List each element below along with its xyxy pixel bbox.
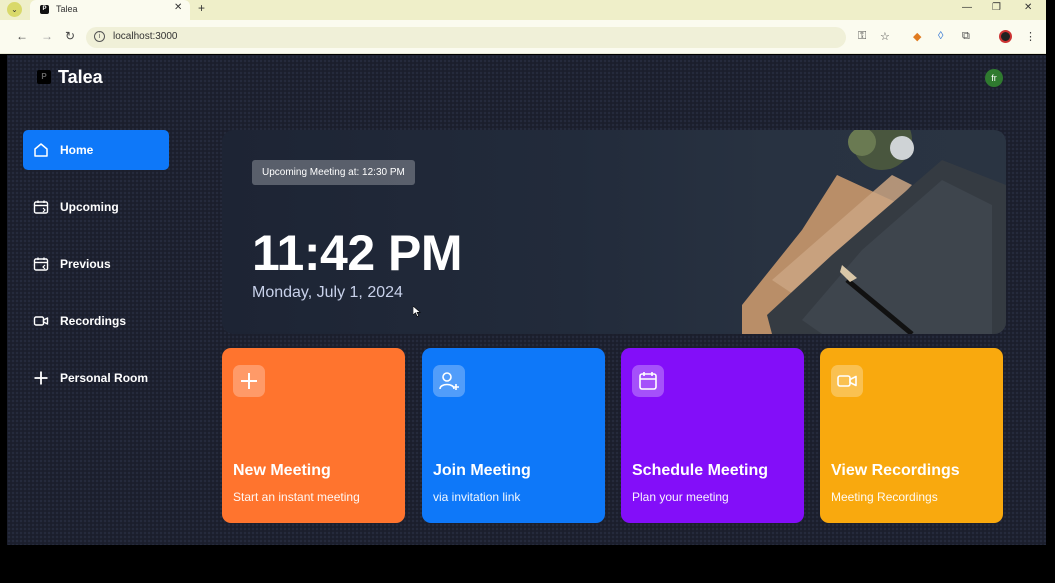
- sidebar-item-label: Previous: [60, 257, 111, 271]
- sidebar-item-personal-room[interactable]: Personal Room: [23, 358, 169, 398]
- card-title: Schedule Meeting: [632, 462, 769, 479]
- browser-tab[interactable]: P Talea ✕: [30, 0, 190, 20]
- current-time: 11:42 PM: [252, 225, 463, 281]
- card-subtitle: Meeting Recordings: [831, 490, 938, 504]
- minimize-button[interactable]: —: [962, 2, 972, 13]
- logo-icon: P: [37, 70, 51, 84]
- sidebar-item-label: Personal Room: [60, 371, 149, 385]
- url-text: localhost:3000: [113, 31, 178, 42]
- video-icon: [831, 365, 863, 397]
- sidebar-item-label: Home: [60, 143, 94, 157]
- back-button[interactable]: ←: [16, 29, 28, 43]
- address-bar[interactable]: i localhost:3000: [86, 27, 846, 48]
- key-icon[interactable]: ⚿: [858, 30, 866, 43]
- calendar-previous-icon: [33, 257, 49, 271]
- card-title: View Recordings: [831, 462, 960, 479]
- hero-background-illustration: [742, 130, 1006, 334]
- close-window-button[interactable]: ✕: [1024, 2, 1032, 13]
- drop-extension-icon[interactable]: ◊: [938, 30, 943, 42]
- sidebar-item-upcoming[interactable]: Upcoming: [23, 187, 169, 227]
- home-icon: [34, 143, 48, 157]
- card-title: Join Meeting: [433, 462, 531, 479]
- add-user-icon: [433, 365, 465, 397]
- upcoming-meeting-badge: Upcoming Meeting at: 12:30 PM: [252, 160, 415, 185]
- metamask-extension-icon[interactable]: ◆: [913, 30, 921, 43]
- bookmark-star-icon[interactable]: ☆: [880, 30, 890, 43]
- video-icon: [33, 316, 49, 326]
- view-recordings-card[interactable]: View Recordings Meeting Recordings: [820, 348, 1003, 523]
- current-date: Monday, July 1, 2024: [252, 284, 403, 301]
- browser-window: ⌄ P Talea ✕ + — ❐ ✕ ← → ↻ i localhost:30…: [0, 0, 1046, 583]
- tab-close-icon[interactable]: ✕: [174, 2, 182, 13]
- new-tab-button[interactable]: +: [198, 1, 205, 15]
- calendar-icon: [632, 365, 664, 397]
- tab-title: Talea: [56, 4, 78, 14]
- card-title: New Meeting: [233, 462, 331, 479]
- user-avatar[interactable]: fr: [985, 69, 1003, 87]
- sidebar-item-label: Upcoming: [60, 200, 119, 214]
- tab-search-button[interactable]: ⌄: [7, 2, 22, 17]
- calendar-upcoming-icon: [33, 200, 49, 214]
- forward-button[interactable]: →: [41, 29, 53, 43]
- card-subtitle: Plan your meeting: [632, 490, 729, 504]
- hero-banner: Upcoming Meeting at: 12:30 PM 11:42 PM M…: [222, 130, 1006, 334]
- new-meeting-card[interactable]: New Meeting Start an instant meeting: [222, 348, 405, 523]
- join-meeting-card[interactable]: Join Meeting via invitation link: [422, 348, 605, 523]
- sidebar-item-home[interactable]: Home: [23, 130, 169, 170]
- restore-button[interactable]: ❐: [992, 2, 1001, 13]
- schedule-meeting-card[interactable]: Schedule Meeting Plan your meeting: [621, 348, 804, 523]
- extensions-icon[interactable]: ⧉: [962, 30, 970, 43]
- app-name[interactable]: Talea: [58, 67, 103, 88]
- sidebar-item-label: Recordings: [60, 314, 127, 328]
- reload-button[interactable]: ↻: [65, 29, 75, 43]
- card-subtitle: via invitation link: [433, 490, 521, 504]
- mouse-cursor-icon: [413, 306, 421, 317]
- favicon-icon: P: [40, 5, 49, 14]
- menu-kebab-icon[interactable]: ⋮: [1025, 30, 1036, 43]
- site-info-icon[interactable]: i: [94, 31, 105, 42]
- profile-avatar-icon[interactable]: [999, 30, 1012, 43]
- sidebar-item-previous[interactable]: Previous: [23, 244, 169, 284]
- app-page: P Talea fr Home Upcoming Previous Record…: [7, 55, 1046, 545]
- plus-icon: [233, 365, 265, 397]
- sidebar-item-recordings[interactable]: Recordings: [23, 301, 169, 341]
- plus-icon: [34, 371, 48, 385]
- card-subtitle: Start an instant meeting: [233, 490, 360, 504]
- browser-toolbar: ← → ↻ i localhost:3000 ⚿ ☆ ◆ ◊ ⧉ ⋮: [0, 20, 1046, 54]
- tab-strip: ⌄ P Talea ✕ + — ❐ ✕: [0, 0, 1046, 20]
